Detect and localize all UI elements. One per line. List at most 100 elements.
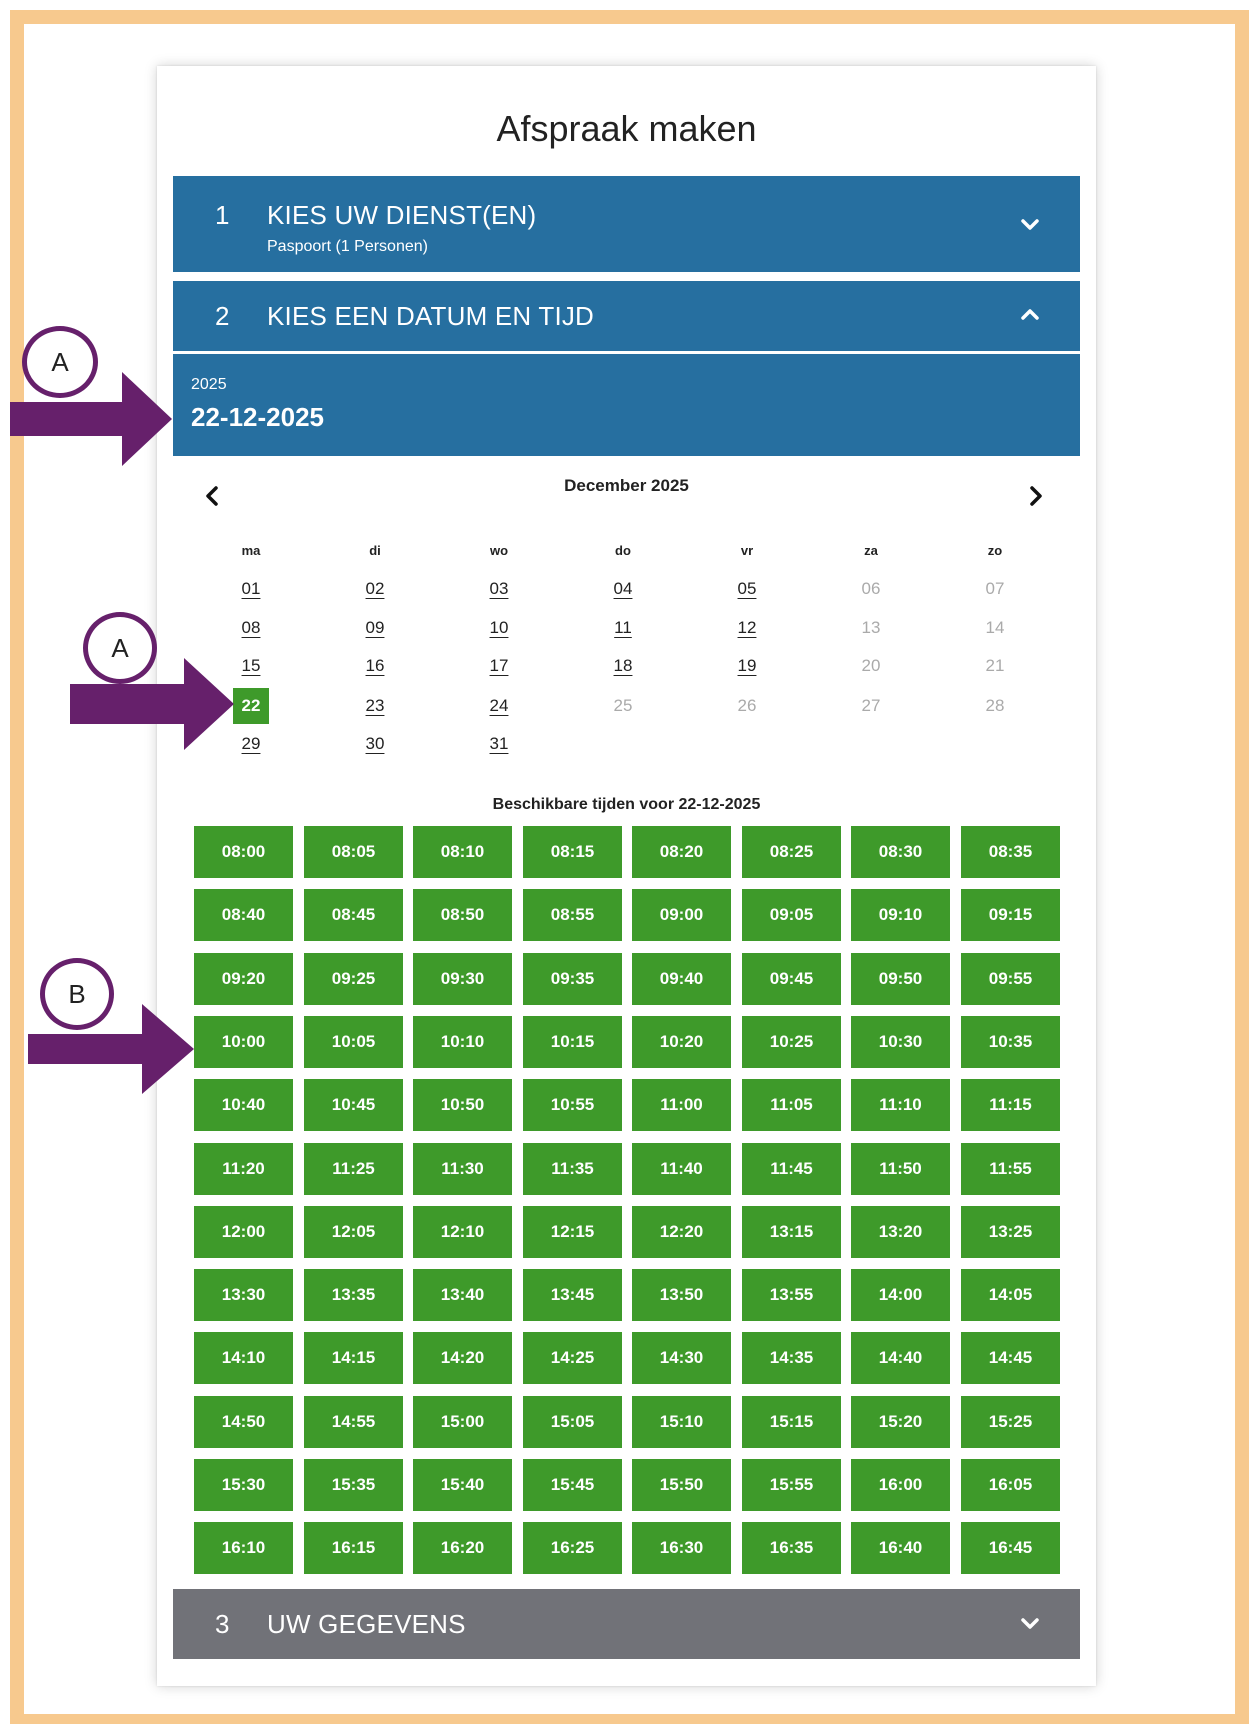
time-slot-button[interactable]: 13:30 [194, 1269, 293, 1321]
time-slot-button[interactable]: 16:25 [523, 1522, 622, 1574]
calendar-day[interactable]: 09 [313, 613, 437, 643]
calendar-day[interactable]: 30 [313, 729, 437, 759]
time-slot-button[interactable]: 11:10 [851, 1079, 950, 1131]
calendar-day[interactable]: 12 [685, 613, 809, 643]
time-slot-button[interactable]: 08:15 [523, 826, 622, 878]
time-slot-button[interactable]: 10:35 [961, 1016, 1060, 1068]
step-services[interactable]: 1 KIES UW DIENST(EN) Paspoort (1 Persone… [173, 176, 1080, 272]
time-slot-button[interactable]: 15:45 [523, 1459, 622, 1511]
time-slot-button[interactable]: 10:15 [523, 1016, 622, 1068]
time-slot-button[interactable]: 15:05 [523, 1396, 622, 1448]
time-slot-button[interactable]: 16:00 [851, 1459, 950, 1511]
time-slot-button[interactable]: 11:30 [413, 1143, 512, 1195]
time-slot-button[interactable]: 13:20 [851, 1206, 950, 1258]
time-slot-button[interactable]: 14:25 [523, 1332, 622, 1384]
time-slot-button[interactable]: 10:20 [632, 1016, 731, 1068]
calendar-day[interactable]: 31 [437, 729, 561, 759]
time-slot-button[interactable]: 09:20 [194, 953, 293, 1005]
time-slot-button[interactable]: 14:05 [961, 1269, 1060, 1321]
time-slot-button[interactable]: 16:30 [632, 1522, 731, 1574]
time-slot-button[interactable]: 13:15 [742, 1206, 841, 1258]
time-slot-button[interactable]: 12:15 [523, 1206, 622, 1258]
time-slot-button[interactable]: 09:50 [851, 953, 950, 1005]
calendar-day[interactable]: 02 [313, 574, 437, 604]
time-slot-button[interactable]: 13:50 [632, 1269, 731, 1321]
calendar-day[interactable]: 23 [313, 691, 437, 721]
time-slot-button[interactable]: 11:45 [742, 1143, 841, 1195]
time-slot-button[interactable]: 09:05 [742, 889, 841, 941]
time-slot-button[interactable]: 09:15 [961, 889, 1060, 941]
time-slot-button[interactable]: 16:10 [194, 1522, 293, 1574]
calendar-day[interactable]: 03 [437, 574, 561, 604]
time-slot-button[interactable]: 11:35 [523, 1143, 622, 1195]
time-slot-button[interactable]: 13:35 [304, 1269, 403, 1321]
time-slot-button[interactable]: 15:55 [742, 1459, 841, 1511]
time-slot-button[interactable]: 15:40 [413, 1459, 512, 1511]
time-slot-button[interactable]: 15:30 [194, 1459, 293, 1511]
time-slot-button[interactable]: 16:15 [304, 1522, 403, 1574]
calendar-day[interactable]: 16 [313, 651, 437, 681]
calendar-day[interactable]: 01 [189, 574, 313, 604]
time-slot-button[interactable]: 09:40 [632, 953, 731, 1005]
time-slot-button[interactable]: 08:05 [304, 826, 403, 878]
time-slot-button[interactable]: 08:00 [194, 826, 293, 878]
time-slot-button[interactable]: 14:00 [851, 1269, 950, 1321]
time-slot-button[interactable]: 10:00 [194, 1016, 293, 1068]
time-slot-button[interactable]: 15:20 [851, 1396, 950, 1448]
time-slot-button[interactable]: 11:20 [194, 1143, 293, 1195]
time-slot-button[interactable]: 11:40 [632, 1143, 731, 1195]
calendar-day[interactable]: 11 [561, 613, 685, 643]
time-slot-button[interactable]: 14:35 [742, 1332, 841, 1384]
calendar-day[interactable]: 19 [685, 651, 809, 681]
time-slot-button[interactable]: 13:45 [523, 1269, 622, 1321]
time-slot-button[interactable]: 11:50 [851, 1143, 950, 1195]
time-slot-button[interactable]: 14:45 [961, 1332, 1060, 1384]
time-slot-button[interactable]: 10:10 [413, 1016, 512, 1068]
time-slot-button[interactable]: 14:20 [413, 1332, 512, 1384]
calendar-day[interactable]: 10 [437, 613, 561, 643]
time-slot-button[interactable]: 08:10 [413, 826, 512, 878]
time-slot-button[interactable]: 12:00 [194, 1206, 293, 1258]
time-slot-button[interactable]: 10:25 [742, 1016, 841, 1068]
time-slot-button[interactable]: 13:55 [742, 1269, 841, 1321]
time-slot-button[interactable]: 09:30 [413, 953, 512, 1005]
time-slot-button[interactable]: 08:45 [304, 889, 403, 941]
time-slot-button[interactable]: 13:25 [961, 1206, 1060, 1258]
time-slot-button[interactable]: 09:55 [961, 953, 1060, 1005]
time-slot-button[interactable]: 15:15 [742, 1396, 841, 1448]
step-details[interactable]: 3 UW GEGEVENS [173, 1589, 1080, 1659]
time-slot-button[interactable]: 08:20 [632, 826, 731, 878]
time-slot-button[interactable]: 12:20 [632, 1206, 731, 1258]
time-slot-button[interactable]: 13:40 [413, 1269, 512, 1321]
time-slot-button[interactable]: 16:40 [851, 1522, 950, 1574]
time-slot-button[interactable]: 10:55 [523, 1079, 622, 1131]
chevron-left-icon[interactable] [201, 484, 225, 508]
calendar-day[interactable]: 24 [437, 691, 561, 721]
calendar-day[interactable]: 08 [189, 613, 313, 643]
time-slot-button[interactable]: 14:10 [194, 1332, 293, 1384]
time-slot-button[interactable]: 08:30 [851, 826, 950, 878]
time-slot-button[interactable]: 10:40 [194, 1079, 293, 1131]
calendar-day[interactable]: 04 [561, 574, 685, 604]
time-slot-button[interactable]: 09:10 [851, 889, 950, 941]
time-slot-button[interactable]: 08:40 [194, 889, 293, 941]
chevron-down-icon[interactable] [1018, 1611, 1042, 1635]
time-slot-button[interactable]: 10:50 [413, 1079, 512, 1131]
time-slot-button[interactable]: 09:00 [632, 889, 731, 941]
time-slot-button[interactable]: 16:05 [961, 1459, 1060, 1511]
time-slot-button[interactable]: 16:45 [961, 1522, 1060, 1574]
time-slot-button[interactable]: 14:15 [304, 1332, 403, 1384]
chevron-right-icon[interactable] [1023, 484, 1047, 508]
time-slot-button[interactable]: 10:45 [304, 1079, 403, 1131]
time-slot-button[interactable]: 15:10 [632, 1396, 731, 1448]
time-slot-button[interactable]: 14:40 [851, 1332, 950, 1384]
time-slot-button[interactable]: 14:55 [304, 1396, 403, 1448]
time-slot-button[interactable]: 11:05 [742, 1079, 841, 1131]
time-slot-button[interactable]: 14:30 [632, 1332, 731, 1384]
time-slot-button[interactable]: 16:20 [413, 1522, 512, 1574]
calendar-day[interactable]: 18 [561, 651, 685, 681]
time-slot-button[interactable]: 11:25 [304, 1143, 403, 1195]
time-slot-button[interactable]: 12:05 [304, 1206, 403, 1258]
time-slot-button[interactable]: 09:25 [304, 953, 403, 1005]
time-slot-button[interactable]: 09:45 [742, 953, 841, 1005]
